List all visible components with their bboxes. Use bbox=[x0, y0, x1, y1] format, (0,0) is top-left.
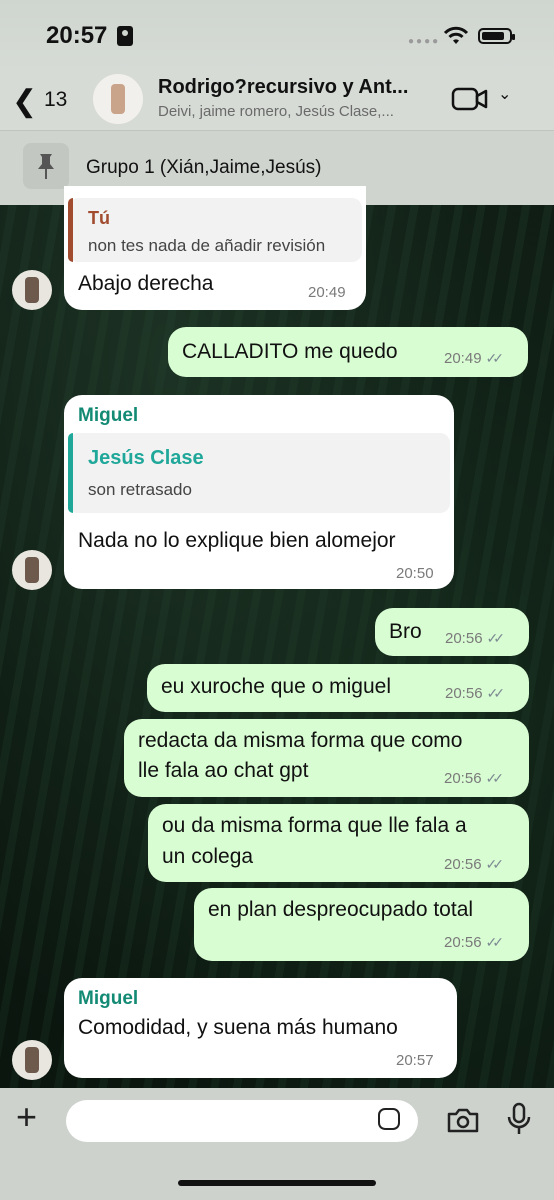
sender-name: Miguel bbox=[78, 405, 139, 426]
message-outgoing[interactable]: redacta da misma forma que como lle fala… bbox=[124, 719, 529, 797]
read-receipt-icon: ✓✓ bbox=[486, 630, 506, 646]
message-time: 20:56 bbox=[445, 630, 483, 647]
message-text-line: redacta da misma forma que como bbox=[138, 729, 463, 752]
message-outgoing[interactable]: CALLADITO me quedo 20:49 ✓✓ bbox=[168, 327, 528, 377]
message-meta: 20:56 ✓✓ bbox=[445, 630, 506, 647]
read-receipt-icon: ✓✓ bbox=[486, 685, 506, 701]
wifi-icon bbox=[443, 26, 469, 51]
contact-card-icon bbox=[117, 26, 133, 46]
message-time: 20:56 bbox=[444, 934, 482, 951]
sender-name: Miguel bbox=[78, 988, 139, 1009]
camera-icon[interactable] bbox=[446, 1106, 480, 1139]
message-time: 20:56 bbox=[445, 685, 483, 702]
message-text: en plan despreocupado total bbox=[208, 898, 474, 921]
back-chevron-icon[interactable]: ❮ bbox=[12, 84, 37, 119]
message-text-line: un colega bbox=[162, 845, 254, 868]
read-receipt-icon: ✓✓ bbox=[485, 350, 505, 366]
chevron-down-icon[interactable]: ⌄ bbox=[498, 84, 511, 104]
message-text: eu xuroche que o miguel bbox=[161, 675, 391, 698]
message-meta: 20:56 ✓✓ bbox=[445, 685, 506, 702]
quoted-text: son retrasado bbox=[88, 480, 192, 499]
plus-icon[interactable]: + bbox=[16, 1096, 37, 1138]
message-meta: 20:49 ✓✓ bbox=[444, 350, 505, 367]
video-call-icon[interactable] bbox=[451, 86, 489, 117]
home-indicator bbox=[178, 1180, 376, 1186]
message-meta: 20:56 ✓✓ bbox=[444, 934, 505, 951]
sender-avatar[interactable] bbox=[12, 1040, 52, 1080]
message-incoming[interactable]: Miguel Jesús Clase son retrasado Nada no… bbox=[64, 395, 454, 589]
quote-bar bbox=[68, 198, 73, 262]
chat-title[interactable]: Rodrigo?recursivo y Ant... bbox=[158, 76, 440, 99]
message-incoming[interactable]: Miguel Comodidad, y suena más humano 20:… bbox=[64, 978, 457, 1078]
quoted-sender: Tú bbox=[88, 208, 110, 228]
message-time: 20:49 bbox=[444, 350, 482, 367]
status-time: 20:57 bbox=[46, 22, 108, 49]
message-outgoing[interactable]: Bro 20:56 ✓✓ bbox=[375, 608, 529, 656]
message-text: Abajo derecha bbox=[78, 272, 214, 295]
message-text-line: lle fala ao chat gpt bbox=[138, 759, 309, 782]
message-input[interactable] bbox=[66, 1100, 418, 1142]
pinned-text: Grupo 1 (Xián,Jaime,Jesús) bbox=[86, 157, 322, 178]
message-text: Nada no lo explique bien alomejor bbox=[78, 529, 396, 552]
message-text: Comodidad, y suena más humano bbox=[78, 1016, 398, 1039]
message-time: 20:56 bbox=[444, 856, 482, 873]
message-text: Bro bbox=[389, 620, 422, 643]
message-meta: 20:56 ✓✓ bbox=[444, 770, 505, 787]
sticker-icon[interactable] bbox=[378, 1108, 400, 1130]
message-text: CALLADITO me quedo bbox=[182, 340, 398, 363]
read-receipt-icon: ✓✓ bbox=[485, 934, 505, 950]
chat-header: ❮ 13 Rodrigo?recursivo y Ant... Deivi, j… bbox=[0, 70, 554, 130]
quoted-text: non tes nada de añadir revisión bbox=[88, 236, 326, 255]
battery-icon bbox=[478, 28, 515, 44]
back-unread-count[interactable]: 13 bbox=[44, 88, 67, 112]
status-bar: 20:57 ●●●● bbox=[0, 0, 554, 70]
message-time: 20:56 bbox=[444, 770, 482, 787]
chat-participants[interactable]: Deivi, jaime romero, Jesús Clase,... bbox=[158, 103, 440, 120]
message-outgoing[interactable]: en plan despreocupado total 20:56 ✓✓ bbox=[194, 888, 529, 961]
quoted-message[interactable]: Jesús Clase son retrasado bbox=[68, 433, 450, 513]
quoted-message[interactable]: Tú non tes nada de añadir revisión bbox=[68, 198, 362, 262]
message-time: 20:57 bbox=[396, 1052, 434, 1069]
message-text-line: ou da misma forma que lle fala a bbox=[162, 814, 467, 837]
message-outgoing[interactable]: ou da misma forma que lle fala a un cole… bbox=[148, 804, 529, 882]
microphone-icon[interactable] bbox=[506, 1102, 532, 1141]
read-receipt-icon: ✓✓ bbox=[485, 770, 505, 786]
message-outgoing[interactable]: eu xuroche que o miguel 20:56 ✓✓ bbox=[147, 664, 529, 712]
message-time: 20:50 bbox=[396, 565, 434, 582]
quote-bar bbox=[68, 433, 73, 513]
quoted-sender: Jesús Clase bbox=[88, 447, 204, 469]
message-time: 20:49 bbox=[308, 284, 346, 301]
message-incoming[interactable]: Tú non tes nada de añadir revisión Abajo… bbox=[64, 186, 366, 310]
signal-icon: ●●●● bbox=[408, 36, 441, 47]
sender-avatar[interactable] bbox=[12, 550, 52, 590]
message-meta: 20:56 ✓✓ bbox=[444, 856, 505, 873]
pin-icon bbox=[23, 143, 69, 189]
sender-avatar[interactable] bbox=[12, 270, 52, 310]
group-avatar[interactable] bbox=[93, 74, 143, 124]
read-receipt-icon: ✓✓ bbox=[485, 856, 505, 872]
